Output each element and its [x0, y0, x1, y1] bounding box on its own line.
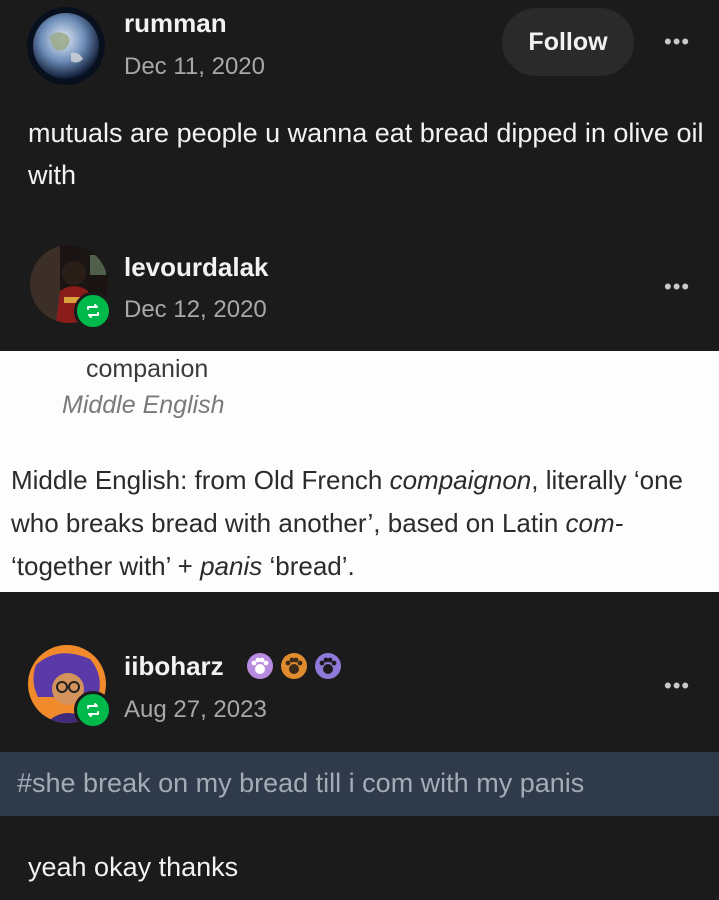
etymology-italic: panis: [200, 551, 263, 581]
paw-badge-icon: [280, 652, 308, 685]
paw-badge-icon: [314, 652, 342, 685]
more-options-icon[interactable]: •••: [664, 673, 690, 699]
post-author-username[interactable]: iiboharz: [124, 651, 224, 682]
etymology-italic: com-: [565, 508, 624, 538]
post-author-username[interactable]: levourdalak: [124, 252, 269, 283]
paw-badge-icon: [246, 652, 274, 685]
tag-bar[interactable]: #she break on my bread till i com with m…: [0, 752, 719, 816]
reblog-icon: [74, 691, 112, 729]
etymology-italic: compaignon: [389, 465, 532, 495]
etymology-text: ‘together with’ +: [11, 551, 201, 581]
post-author-username[interactable]: rumman: [124, 8, 227, 39]
dictionary-headword: companion: [86, 355, 209, 383]
post-image-dictionary-entry: companion Middle English Middle English:…: [0, 351, 719, 592]
etymology-text: Middle English: from Old French: [11, 465, 390, 495]
etymology-text: ‘bread’.: [262, 551, 355, 581]
more-options-icon[interactable]: •••: [664, 274, 690, 300]
reblog-icon: [74, 292, 112, 330]
post-date: Dec 12, 2020: [124, 296, 267, 323]
dictionary-etymology: Middle English: from Old French compaign…: [11, 459, 719, 588]
post-date: Aug 27, 2023: [124, 696, 267, 723]
post-body-text: mutuals are people u wanna eat bread dip…: [28, 118, 704, 190]
more-options-icon[interactable]: •••: [664, 29, 690, 55]
follow-button[interactable]: Follow: [502, 8, 634, 76]
post-body-text: yeah okay thanks: [28, 852, 239, 882]
post-date: Dec 11, 2020: [124, 53, 265, 80]
dictionary-origin-label: Middle English: [62, 391, 225, 419]
post-tag[interactable]: #she break on my bread till i com with m…: [17, 768, 584, 799]
avatar[interactable]: [27, 7, 105, 85]
user-badges: [246, 652, 342, 685]
